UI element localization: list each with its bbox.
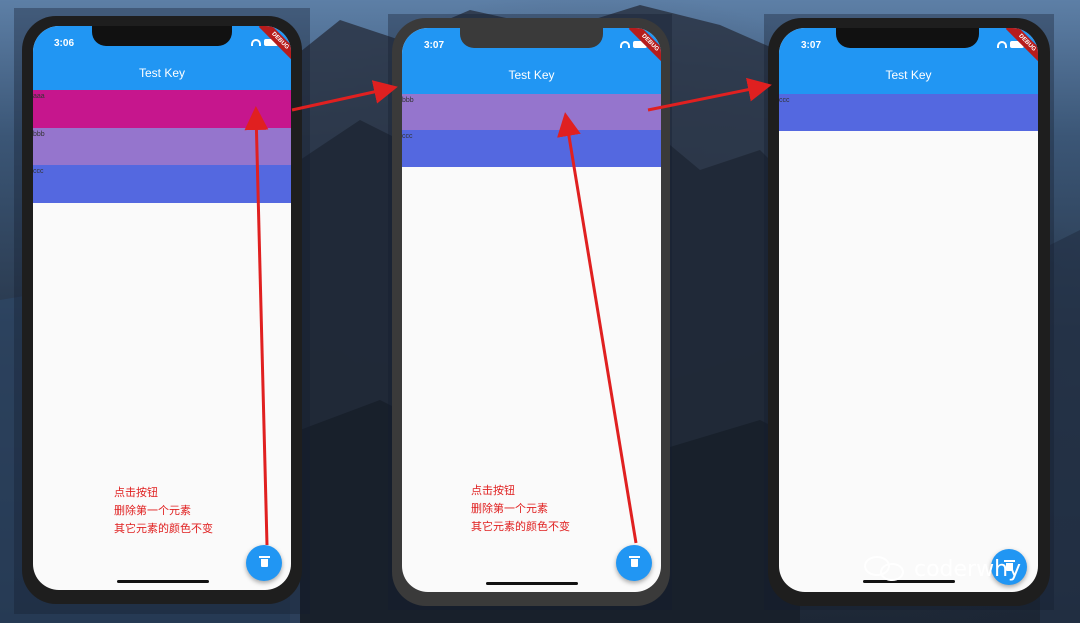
annotation-line: 删除第一个元素 <box>471 502 548 515</box>
wifi-icon <box>620 41 630 48</box>
delete-button[interactable] <box>616 545 652 581</box>
notch <box>836 28 979 48</box>
list-item: bbb <box>402 94 661 130</box>
list-item-label: ccc <box>402 133 413 140</box>
page-title: Test Key <box>508 68 555 82</box>
annotation-line: 其它元素的颜色不变 <box>114 522 213 535</box>
annotation-line: 删除第一个元素 <box>114 504 191 517</box>
list-item-label: ccc <box>33 168 44 175</box>
watermark-text: coderwhy <box>914 556 1022 582</box>
list-item: ccc <box>33 165 291 203</box>
annotation-line: 点击按钮 <box>471 484 515 497</box>
annotation-line: 其它元素的颜色不变 <box>471 520 570 533</box>
wifi-icon <box>997 41 1007 48</box>
list-item-label: bbb <box>402 97 414 104</box>
status-time: 3:07 <box>801 40 822 51</box>
watermark: coderwhy <box>864 556 1021 582</box>
wechat-icon <box>864 556 906 582</box>
list-item: aaa <box>33 90 291 128</box>
phone-frame-3: 3:07 Test Key DEBUG ccc <box>768 18 1050 606</box>
list-item: ccc <box>779 94 1038 131</box>
annotation-text-1: 点击按钮 删除第一个元素 其它元素的颜色不变 <box>114 484 213 538</box>
list-item: ccc <box>402 130 661 167</box>
delete-icon <box>628 556 640 567</box>
delete-icon <box>258 556 270 567</box>
home-indicator <box>117 580 209 583</box>
page-title: Test Key <box>885 68 932 82</box>
annotation-text-2: 点击按钮 删除第一个元素 其它元素的颜色不变 <box>471 482 570 536</box>
notch <box>460 28 603 48</box>
phone-screen-3: 3:07 Test Key DEBUG ccc <box>779 28 1038 592</box>
home-indicator <box>486 582 578 585</box>
list-item-label: aaa <box>33 93 45 100</box>
list-item-label: ccc <box>779 97 790 104</box>
delete-button[interactable] <box>246 545 282 581</box>
notch <box>92 26 232 46</box>
annotation-line: 点击按钮 <box>114 486 158 499</box>
list-item: bbb <box>33 128 291 165</box>
list-item-label: bbb <box>33 131 45 138</box>
status-time: 3:06 <box>54 38 75 49</box>
wifi-icon <box>251 39 261 46</box>
page-title: Test Key <box>138 66 186 80</box>
status-time: 3:07 <box>424 40 445 51</box>
